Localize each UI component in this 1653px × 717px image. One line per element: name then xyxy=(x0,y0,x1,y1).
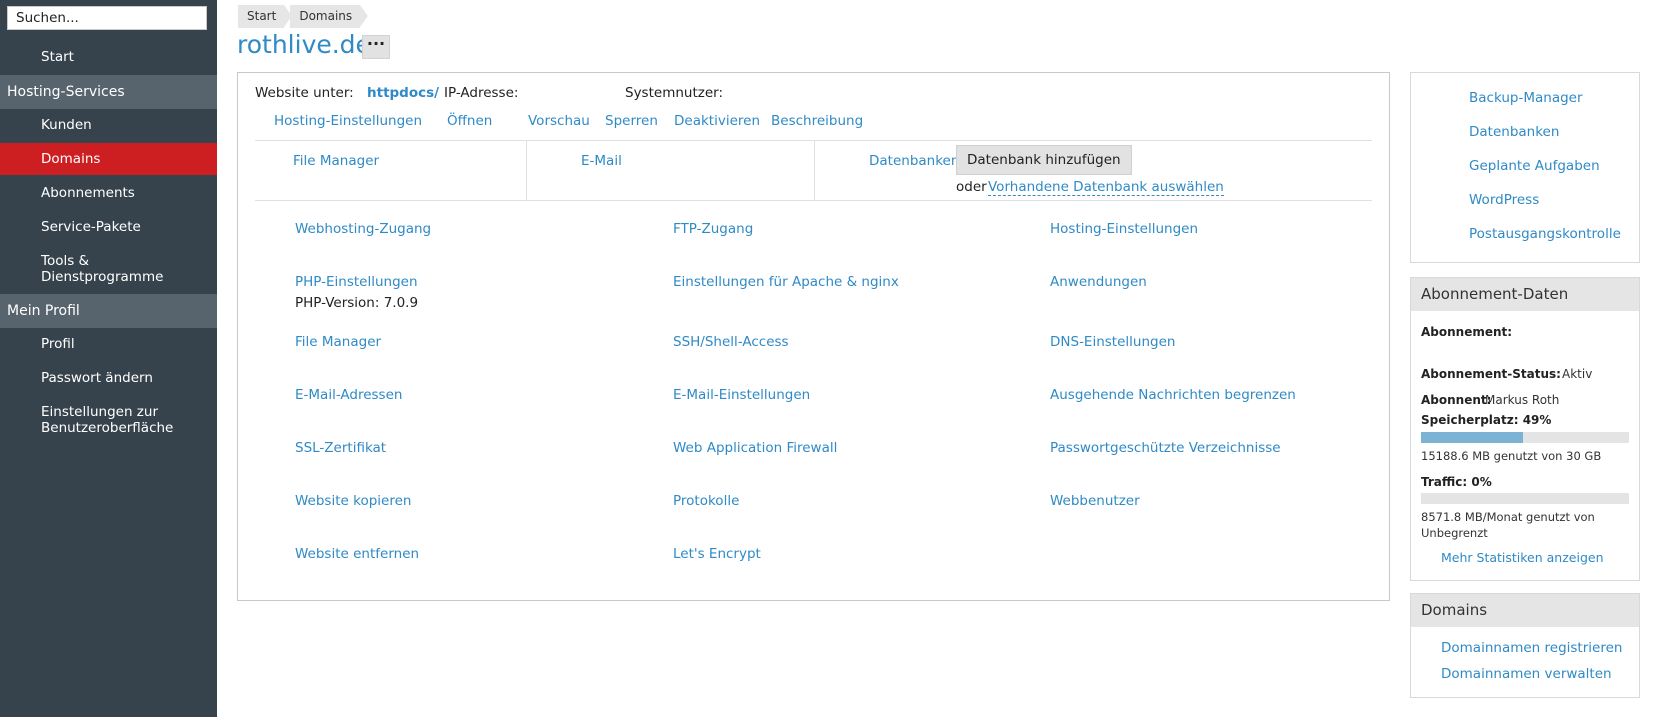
sidebar-item-label: Start xyxy=(41,49,74,65)
quick-email-link[interactable]: E-Mail xyxy=(581,153,622,169)
domains-box-title: Domains xyxy=(1411,594,1639,627)
traffic-text: Unbegrenzt xyxy=(1421,526,1488,540)
ip-label: IP-Adresse: xyxy=(444,85,519,101)
sidebar-item-einstellungen[interactable]: Einstellungen zur Benutzeroberfläche xyxy=(0,396,217,444)
protokolle-link[interactable]: Protokolle xyxy=(673,493,739,509)
more-statistics-link[interactable]: Mehr Statistiken anzeigen xyxy=(1441,550,1604,565)
sidebar-item-label: Benutzeroberfläche xyxy=(41,420,174,436)
breadcrumb-item-start[interactable]: Start xyxy=(238,5,293,28)
webbenutzer-link[interactable]: Webbenutzer xyxy=(1050,493,1140,509)
ssh-shell-access-link[interactable]: SSH/Shell-Access xyxy=(673,334,789,350)
email-einstellungen-link[interactable]: E-Mail-Einstellungen xyxy=(673,387,810,403)
webhosting-zugang-link[interactable]: Webhosting-Zugang xyxy=(295,221,431,237)
website-entfernen-link[interactable]: Website entfernen xyxy=(295,546,419,562)
website-label: Website unter: xyxy=(255,85,354,101)
traffic-text: 8571.8 MB/Monat genutzt von xyxy=(1421,510,1595,524)
ssl-zertifikat-link[interactable]: SSL-Zertifikat xyxy=(295,440,386,456)
sidebar-group-label: Mein Profil xyxy=(7,303,80,319)
abonnement-label: Abonnement: xyxy=(1421,325,1513,339)
sysuser-label: Systemnutzer: xyxy=(625,85,724,101)
file-manager-link[interactable]: File Manager xyxy=(295,334,381,350)
sidebar-item-tools[interactable]: Tools & Dienstprogramme xyxy=(0,245,217,293)
ftp-zugang-link[interactable]: FTP-Zugang xyxy=(673,221,753,237)
abonnement-status-value: Aktiv xyxy=(1562,367,1593,381)
sidebar-item-label: Dienstprogramme xyxy=(41,269,164,285)
sidebar-item-label: Domains xyxy=(41,151,101,167)
divider xyxy=(255,200,1372,201)
sidebar-item-label: Passwort ändern xyxy=(41,370,153,386)
php-einstellungen-link[interactable]: PHP-Einstellungen xyxy=(295,274,418,290)
website-kopieren-link[interactable]: Website kopieren xyxy=(295,493,411,509)
db-or-label: oder xyxy=(956,179,987,195)
sidebar-item-label: Kunden xyxy=(41,117,92,133)
sidebar-item-label: Abonnements xyxy=(41,185,135,201)
anwendungen-link[interactable]: Anwendungen xyxy=(1050,274,1147,290)
postausgangskontrolle-link[interactable]: Postausgangskontrolle xyxy=(1469,226,1621,242)
quick-file-manager-link[interactable]: File Manager xyxy=(293,153,379,169)
domain-panel: Website unter: httpdocs/ IP-Adresse: Sys… xyxy=(237,72,1390,601)
geplante-aufgaben-link[interactable]: Geplante Aufgaben xyxy=(1469,158,1600,174)
traffic-progress-bar xyxy=(1421,493,1629,504)
sidebar-item-start[interactable]: Start xyxy=(0,41,217,73)
divider xyxy=(814,140,815,200)
page-title: rothlive.de xyxy=(237,30,371,59)
action-sperren[interactable]: Sperren xyxy=(605,113,658,129)
sidebar-item-kunden[interactable]: Kunden xyxy=(0,109,217,141)
hosting-einstellungen-link[interactable]: Hosting-Einstellungen xyxy=(1050,221,1198,237)
apache-nginx-settings-link[interactable]: Einstellungen für Apache & nginx xyxy=(673,274,899,290)
sidebar-item-domains[interactable]: Domains xyxy=(0,143,217,175)
website-path-link[interactable]: httpdocs/ xyxy=(367,85,439,101)
sidebar-item-abonnements[interactable]: Abonnements xyxy=(0,177,217,209)
select-existing-database-link[interactable]: Vorhandene Datenbank auswählen xyxy=(988,179,1224,196)
more-actions-button[interactable]: ··· xyxy=(362,35,390,59)
email-adressen-link[interactable]: E-Mail-Adressen xyxy=(295,387,402,403)
add-database-button[interactable]: Datenbank hinzufügen xyxy=(956,145,1132,175)
sidebar-item-label: Tools & xyxy=(41,253,90,269)
quick-datenbanken-link[interactable]: Datenbanken xyxy=(869,153,959,169)
sidebar-item-label: Einstellungen zur xyxy=(41,404,158,420)
speicherplatz-label: Speicherplatz: 49% xyxy=(1421,413,1552,427)
divider xyxy=(526,140,527,200)
action-deaktivieren[interactable]: Deaktivieren xyxy=(674,113,760,129)
domains-box: Domains Domainnamen registrieren Domainn… xyxy=(1410,593,1640,698)
traffic-label: Traffic: 0% xyxy=(1421,475,1492,489)
speicherplatz-text: 15188.6 MB genutzt von 30 GB xyxy=(1421,449,1602,463)
action-vorschau[interactable]: Vorschau xyxy=(528,113,590,129)
abonnement-status-label: Abonnement-Status: xyxy=(1421,367,1561,381)
subscription-data-title: Abonnement-Daten xyxy=(1411,278,1639,311)
sidebar-item-service-pakete[interactable]: Service-Pakete xyxy=(0,211,217,243)
sidebar-group-profil: Mein Profil xyxy=(0,294,217,328)
breadcrumb: Start Domains xyxy=(238,5,368,28)
sidebar-item-label: Profil xyxy=(41,336,75,352)
sidebar-item-label: Service-Pakete xyxy=(41,219,141,235)
action-beschreibung[interactable]: Beschreibung xyxy=(771,113,863,129)
storage-progress-fill xyxy=(1421,432,1523,443)
action-hosting-einstellungen[interactable]: Hosting-Einstellungen xyxy=(274,113,422,129)
subscription-data-box: Abonnement-Daten Abonnement: Abonnement-… xyxy=(1410,277,1640,581)
backup-manager-link[interactable]: Backup-Manager xyxy=(1469,90,1583,106)
ausgehende-nachrichten-link[interactable]: Ausgehende Nachrichten begrenzen xyxy=(1050,387,1296,403)
datenbanken-link[interactable]: Datenbanken xyxy=(1469,124,1559,140)
breadcrumb-item-domains[interactable]: Domains xyxy=(290,5,368,28)
sidebar-group-hosting: Hosting-Services xyxy=(0,75,217,109)
wordpress-link[interactable]: WordPress xyxy=(1469,192,1539,208)
storage-progress-bar xyxy=(1421,432,1629,443)
register-domain-link[interactable]: Domainnamen registrieren xyxy=(1441,640,1622,656)
sidebar-item-profil[interactable]: Profil xyxy=(0,328,217,360)
sidebar-group-label: Hosting-Services xyxy=(7,84,125,100)
abonnent-label: Abonnent: xyxy=(1421,393,1492,407)
manage-domains-link[interactable]: Domainnamen verwalten xyxy=(1441,666,1612,682)
action-oeffnen[interactable]: Öffnen xyxy=(447,113,492,129)
search-input[interactable] xyxy=(7,6,207,30)
php-version-text: PHP-Version: 7.0.9 xyxy=(295,295,419,311)
quick-links-box: Backup-Manager Datenbanken Geplante Aufg… xyxy=(1410,72,1640,263)
sidebar: Start Hosting-Services Kunden Domains Ab… xyxy=(0,0,217,717)
sidebar-item-passwort[interactable]: Passwort ändern xyxy=(0,362,217,394)
lets-encrypt-link[interactable]: Let's Encrypt xyxy=(673,546,761,562)
dns-einstellungen-link[interactable]: DNS-Einstellungen xyxy=(1050,334,1175,350)
web-application-firewall-link[interactable]: Web Application Firewall xyxy=(673,440,837,456)
passwortgeschuetzte-verzeichnisse-link[interactable]: Passwortgeschützte Verzeichnisse xyxy=(1050,440,1281,456)
abonnent-value: Markus Roth xyxy=(1485,393,1560,407)
